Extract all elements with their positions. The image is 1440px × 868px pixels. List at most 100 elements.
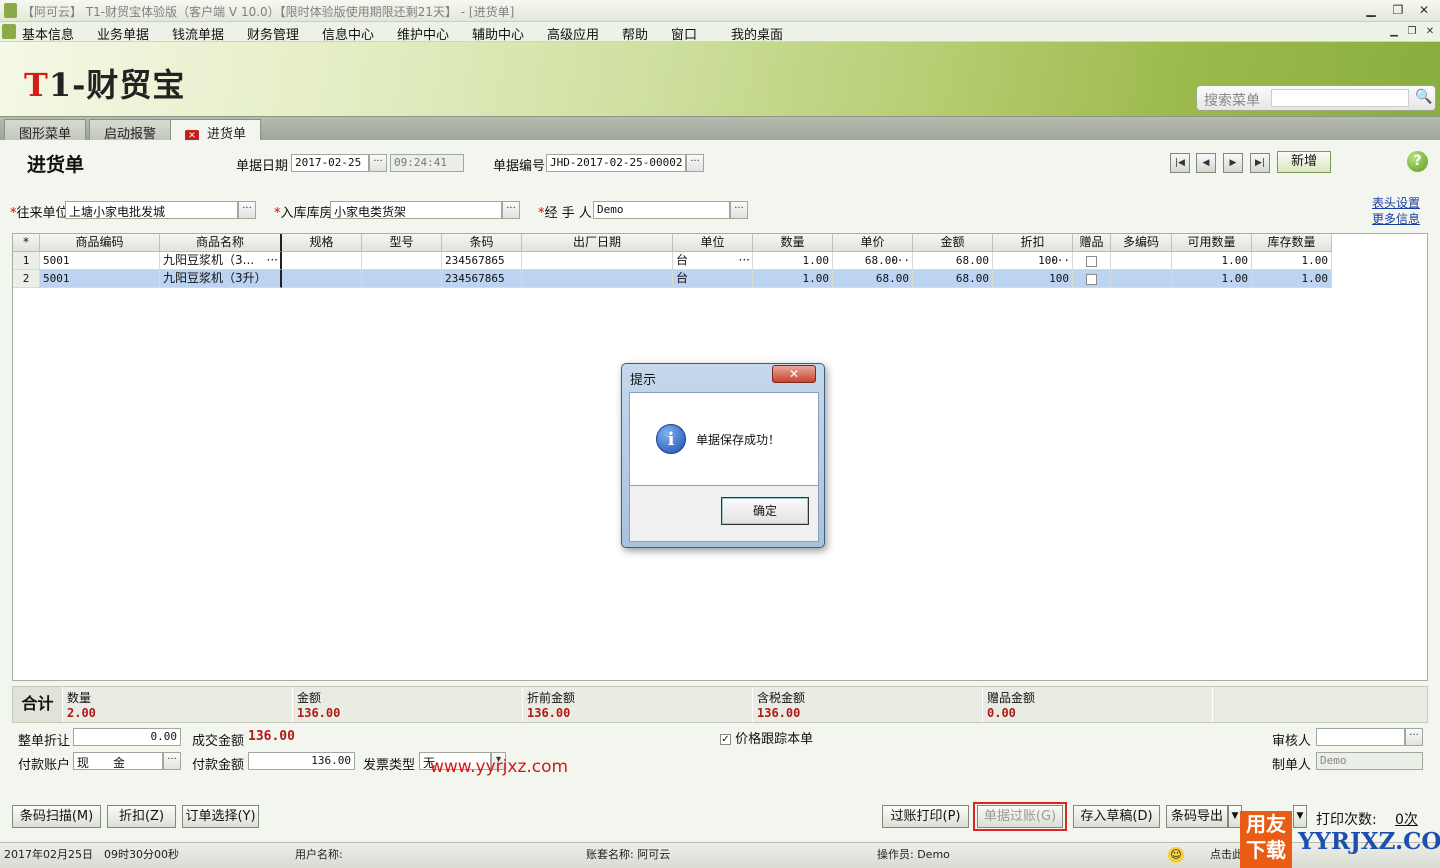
col-header-barcode[interactable]: 条码 — [442, 234, 522, 252]
col-header-name[interactable]: 商品名称 — [160, 234, 282, 252]
next-record-icon[interactable]: ▶ — [1223, 153, 1243, 173]
cell-price[interactable]: 68.00 — [833, 270, 913, 288]
reviewer-lookup-button[interactable]: ··· — [1405, 728, 1423, 746]
cell-spec[interactable] — [282, 270, 362, 288]
cell-discount[interactable]: 100 — [993, 270, 1073, 288]
col-header-available[interactable]: 可用数量 — [1172, 234, 1252, 252]
cell-gift[interactable] — [1073, 270, 1111, 288]
col-header-code[interactable]: 商品编码 — [40, 234, 160, 252]
col-header-qty[interactable]: 数量 — [753, 234, 833, 252]
cell-mfg-date[interactable] — [522, 270, 673, 288]
cell-price[interactable]: 68.00 ··· — [833, 252, 913, 270]
gift-checkbox[interactable] — [1086, 255, 1097, 267]
ok-button[interactable]: 确定 — [721, 497, 809, 525]
search-icon[interactable]: 🔍 — [1415, 89, 1432, 105]
col-header-stock[interactable]: 库存数量 — [1252, 234, 1332, 252]
first-record-icon[interactable]: |◀ — [1170, 153, 1190, 173]
mdi-minimize-icon[interactable]: ▁ — [1385, 23, 1403, 40]
gift-checkbox[interactable] — [1086, 273, 1097, 285]
cell-amount[interactable]: 68.00 — [913, 252, 993, 270]
reviewer-field[interactable] — [1316, 728, 1405, 746]
mdi-restore-icon[interactable]: ❐ — [1403, 23, 1421, 40]
menu-basic-info[interactable]: 基本信息 — [22, 24, 74, 43]
cell-code[interactable]: 5001 — [40, 252, 160, 270]
col-header-unit[interactable]: 单位 — [673, 234, 753, 252]
status-hint[interactable]: 点击此 — [1210, 846, 1243, 862]
print-count-value[interactable]: 0次 — [1395, 809, 1418, 829]
dialog-close-icon[interactable]: ✕ — [772, 365, 816, 383]
last-record-icon[interactable]: ▶| — [1250, 153, 1270, 173]
col-header-amount[interactable]: 金额 — [913, 234, 993, 252]
more-info-link[interactable]: 更多信息 — [1372, 210, 1420, 227]
post-print-button[interactable]: 过账打印(P) — [882, 805, 969, 828]
menu-finance[interactable]: 财务管理 — [247, 24, 299, 43]
cell-barcode[interactable]: 234567865 — [442, 270, 522, 288]
close-icon[interactable]: ✕ — [1415, 2, 1433, 19]
pay-account-field[interactable]: 现 金 — [73, 752, 163, 770]
header-settings-link[interactable]: 表头设置 — [1372, 194, 1420, 211]
discount-lookup-icon[interactable]: ··· — [1050, 252, 1070, 269]
menu-help[interactable]: 帮助 — [622, 24, 648, 43]
price-track-option[interactable]: ✓ 价格跟踪本单 — [720, 728, 813, 747]
prev-record-icon[interactable]: ◀ — [1196, 153, 1216, 173]
col-header-model[interactable]: 型号 — [362, 234, 442, 252]
restore-icon[interactable]: ❐ — [1389, 2, 1407, 19]
cell-model[interactable] — [362, 252, 442, 270]
tab-purchase-order[interactable]: ✕ 进货单 — [170, 119, 262, 142]
vendor-field[interactable]: 上塘小家电批发城 — [65, 201, 238, 219]
price-track-checkbox[interactable]: ✓ — [720, 734, 731, 745]
save-draft-button[interactable]: 存入草稿(D) — [1073, 805, 1160, 828]
cell-multicode[interactable] — [1111, 270, 1172, 288]
cell-barcode[interactable]: 234567865 — [442, 252, 522, 270]
cell-discount[interactable]: 100 ··· — [993, 252, 1073, 270]
cell-multicode[interactable] — [1111, 252, 1172, 270]
help-icon[interactable]: ? — [1407, 151, 1428, 172]
search-input[interactable] — [1271, 89, 1409, 107]
pay-amount-field[interactable]: 136.00 — [248, 752, 355, 770]
menu-info-center[interactable]: 信息中心 — [322, 24, 374, 43]
price-lookup-icon[interactable]: ··· — [890, 252, 910, 269]
menu-advanced[interactable]: 高级应用 — [547, 24, 599, 43]
discount-button[interactable]: 折扣(Z) — [107, 805, 176, 828]
cell-name[interactable]: 九阳豆浆机（3... ··· — [160, 252, 282, 270]
vendor-lookup-button[interactable]: ··· — [238, 201, 256, 219]
name-lookup-icon[interactable]: ··· — [267, 252, 278, 269]
cell-unit[interactable]: 台 ··· — [673, 252, 753, 270]
barcode-scan-button[interactable]: 条码扫描(M) — [12, 805, 101, 828]
cell-name[interactable]: 九阳豆浆机（3升） — [160, 270, 282, 288]
col-header-gift[interactable]: 赠品 — [1073, 234, 1111, 252]
doc-number-button[interactable]: ··· — [686, 154, 704, 172]
col-header-spec[interactable]: 规格 — [282, 234, 362, 252]
order-select-button[interactable]: 订单选择(Y) — [182, 805, 259, 828]
pay-account-lookup-button[interactable]: ··· — [163, 752, 181, 770]
handler-lookup-button[interactable]: ··· — [730, 201, 748, 219]
col-header-mfg-date[interactable]: 出厂日期 — [522, 234, 673, 252]
menu-maintenance[interactable]: 维护中心 — [397, 24, 449, 43]
cell-model[interactable] — [362, 270, 442, 288]
cell-spec[interactable] — [282, 252, 362, 270]
print-dropdown-icon[interactable]: ▼ — [1293, 805, 1307, 828]
order-discount-field[interactable]: 0.00 — [73, 728, 181, 746]
menu-business-docs[interactable]: 业务单据 — [97, 24, 149, 43]
col-header-price[interactable]: 单价 — [833, 234, 913, 252]
new-button[interactable]: 新增 — [1277, 151, 1331, 173]
minimize-icon[interactable]: ▁ — [1362, 2, 1380, 19]
tab-startup-alert[interactable]: 启动报警 — [89, 119, 172, 142]
cell-qty[interactable]: 1.00 — [753, 270, 833, 288]
cell-code[interactable]: 5001 — [40, 270, 160, 288]
warehouse-lookup-button[interactable]: ··· — [502, 201, 520, 219]
barcode-export-button[interactable]: 条码导出 — [1166, 805, 1228, 828]
date-picker-button[interactable]: ··· — [369, 154, 387, 172]
menu-cashflow-docs[interactable]: 钱流单据 — [172, 24, 224, 43]
cell-unit[interactable]: 台 — [673, 270, 753, 288]
mdi-close-icon[interactable]: ✕ — [1421, 23, 1439, 40]
menu-my-desktop[interactable]: 我的桌面 — [731, 24, 783, 43]
cell-mfg-date[interactable] — [522, 252, 673, 270]
cell-amount[interactable]: 68.00 — [913, 270, 993, 288]
unit-lookup-icon[interactable]: ··· — [739, 252, 750, 269]
tab-graphic-menu[interactable]: 图形菜单 — [4, 119, 87, 142]
warehouse-field[interactable]: 小家电类货架 — [330, 201, 502, 219]
menu-window[interactable]: 窗口 — [671, 24, 697, 43]
handler-field[interactable]: Demo — [593, 201, 730, 219]
menu-aux-center[interactable]: 辅助中心 — [472, 24, 524, 43]
